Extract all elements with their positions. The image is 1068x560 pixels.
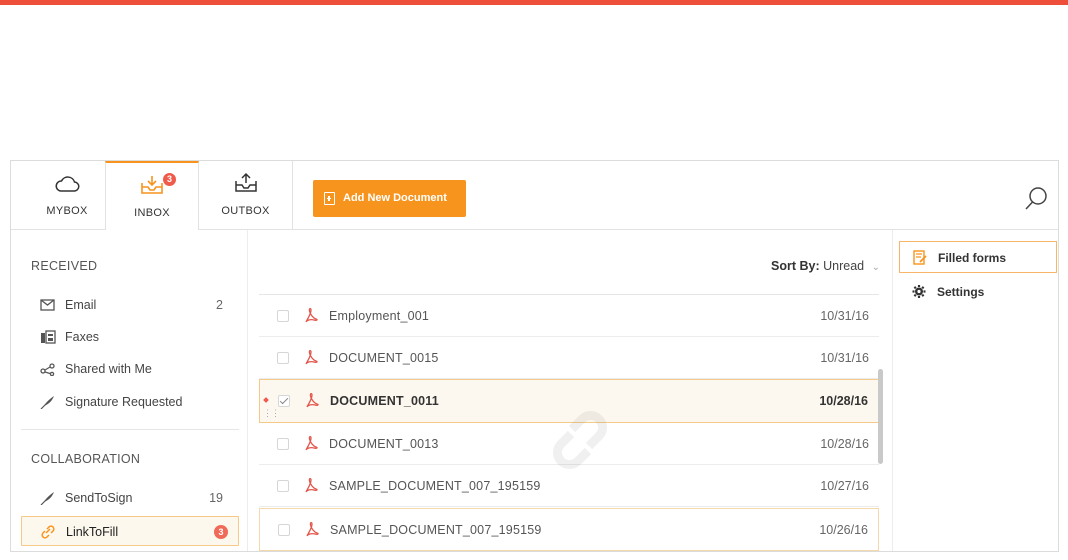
chevron-down-icon: ⌄ [871,262,880,273]
sort-control[interactable]: Sort By: Unread ⌄ [771,259,880,273]
inbox-badge: 3 [163,173,176,186]
filled-forms-icon [913,250,927,265]
pdf-icon [306,522,319,537]
row-checkbox[interactable] [278,524,290,536]
link-watermark-icon [553,411,607,469]
cloud-icon [55,176,80,192]
sidebar: RECEIVED Email 2 Faxes Shared with Me Si… [11,230,248,551]
row-checkbox[interactable] [277,352,289,364]
sidebar-item-linktofill[interactable]: LinkToFill 3 [21,516,239,546]
document-name: DOCUMENT_0013 [329,437,439,451]
pdf-icon [305,308,318,323]
document-list-panel: Sort By: Unread ⌄ Employment_001 10/31/1… [259,230,892,551]
sendtosign-count: 19 [209,491,223,505]
sort-label: Sort By: [771,259,820,273]
document-name: SAMPLE_DOCUMENT_007_195159 [329,479,541,493]
document-date: 10/31/16 [820,351,869,365]
sidebar-item-sendtosign[interactable]: SendToSign 19 [21,484,239,512]
filled-forms-label: Filled forms [938,251,1007,265]
sidebar-item-label: SendToSign [65,491,133,505]
settings-button[interactable]: Settings [899,276,1057,308]
sidebar-item-signature-requested[interactable]: Signature Requested [21,388,239,416]
document-date: 10/27/16 [820,479,869,493]
settings-label: Settings [937,285,985,299]
link-icon [41,525,55,539]
sidebar-item-shared-with-me[interactable]: Shared with Me [21,355,239,383]
app-window: MYBOX 3 INBOX OUTBOX Add New Document RE… [10,160,1059,552]
pdf-icon [305,478,318,493]
gear-icon [912,285,926,298]
sidebar-divider [21,429,239,430]
table-row[interactable]: Employment_001 10/31/16 [259,295,879,337]
linktofill-badge: 3 [214,525,228,539]
row-checkbox[interactable] [277,438,289,450]
document-name: DOCUMENT_0015 [329,351,439,365]
received-section-title: RECEIVED [31,259,98,273]
sidebar-item-label: LinkToFill [66,525,119,539]
row-checkbox[interactable] [278,395,290,407]
pdf-icon [305,350,318,365]
document-date: 10/28/16 [820,437,869,451]
document-name: Employment_001 [329,309,430,323]
email-count: 2 [216,298,223,312]
header-toolbar: MYBOX 3 INBOX OUTBOX Add New Document [11,161,1058,230]
sidebar-item-label: Faxes [65,330,100,344]
sidebar-item-email[interactable]: Email 2 [21,291,239,319]
fax-icon [41,330,56,344]
outbox-icon [234,172,257,192]
envelope-icon [40,299,55,311]
sidebar-item-label: Shared with Me [65,362,152,376]
filled-forms-button[interactable]: Filled forms [899,241,1057,273]
document-date: 10/26/16 [819,523,868,537]
search-icon[interactable] [1024,185,1050,211]
document-name: DOCUMENT_0011 [330,394,439,408]
row-checkbox[interactable] [277,480,289,492]
sort-value: Unread [823,259,865,273]
add-new-document-label: Add New Document [343,192,447,204]
tab-outbox-label: OUTBOX [221,205,270,217]
document-name: SAMPLE_DOCUMENT_007_195159 [330,523,542,537]
row-checkbox[interactable] [277,310,289,322]
document-date: 10/28/16 [819,394,868,408]
table-row[interactable]: SAMPLE_DOCUMENT_007_195159 10/26/16 [259,508,879,551]
tab-mybox-label: MYBOX [46,205,88,217]
share-icon [40,363,55,376]
brand-bar [0,0,1068,5]
unread-indicator [263,397,269,403]
pdf-icon [305,436,318,451]
inbox-icon [141,176,163,194]
tab-mybox[interactable]: MYBOX [21,161,113,229]
tab-outbox[interactable]: OUTBOX [199,161,293,229]
document-date: 10/31/16 [820,309,869,323]
sidebar-item-label: Signature Requested [65,395,183,409]
tab-inbox-label: INBOX [134,207,170,219]
quill-icon [40,396,54,409]
pdf-icon [306,393,319,408]
list-scrollbar[interactable] [878,369,883,464]
sidebar-item-label: Email [65,298,97,312]
collaboration-section-title: COLLABORATION [31,452,141,466]
right-panel: Filled forms Settings [892,230,1058,551]
sidebar-item-faxes[interactable]: Faxes [21,323,239,351]
table-row[interactable]: DOCUMENT_0015 10/31/16 [259,337,879,379]
add-document-icon [324,192,335,205]
add-new-document-button[interactable]: Add New Document [313,180,466,217]
drag-handle-icon[interactable]: ⋮⋮ [263,409,280,418]
quill-icon [40,492,54,505]
tab-inbox[interactable]: 3 INBOX [105,161,199,230]
